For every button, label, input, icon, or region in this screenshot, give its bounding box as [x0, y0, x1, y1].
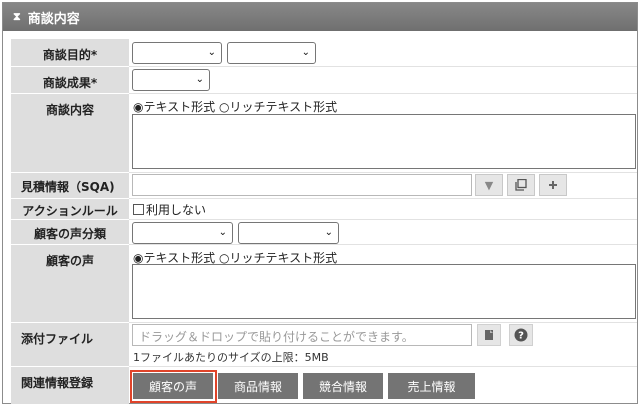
row-content: 商談内容 ◉テキスト形式 ○リッチテキスト形式	[11, 94, 637, 173]
row-action-rule: アクションルール 利用しない	[11, 199, 637, 220]
purpose-select-2[interactable]: ⌄	[227, 42, 316, 64]
label-action-rule: アクションルール	[11, 199, 129, 220]
panel-header[interactable]: ⧗ 商談内容	[3, 3, 637, 31]
voice-radio-text-label: テキスト形式	[143, 251, 216, 265]
hourglass-icon: ⧗	[13, 10, 21, 23]
add-button[interactable]	[539, 174, 567, 196]
file-icon	[485, 330, 493, 340]
file-select-button[interactable]	[477, 324, 501, 346]
row-related: 関連情報登録 顧客の声 商品情報 競合情報 売上情報	[11, 367, 637, 404]
attachment-dropzone[interactable]: ドラッグ＆ドロップで貼り付けることができます。	[132, 324, 472, 346]
related-button-competitor-info[interactable]: 競合情報	[303, 373, 383, 399]
content-textarea[interactable]	[132, 114, 636, 169]
related-button-product-info[interactable]: 商品情報	[218, 373, 298, 399]
row-voice: 顧客の声 ◉テキスト形式 ○リッチテキスト形式	[11, 245, 637, 323]
voice-radio-rich-label: リッチテキスト形式	[229, 251, 338, 265]
svg-text:?: ?	[518, 331, 524, 342]
voice-textarea[interactable]	[132, 264, 636, 319]
radio-text-label: テキスト形式	[143, 100, 216, 114]
chevron-down-icon: ⌄	[207, 47, 216, 58]
no-use-checkbox[interactable]	[133, 204, 144, 215]
label-purpose: 商談目的*	[11, 39, 129, 67]
business-content-panel: ⧗ 商談内容 商談目的* ⌄ ⌄ 商談成果* ⌄ 商談内容 ◉テキスト形式 ○リ…	[2, 2, 638, 404]
radio-rich-label: リッチテキスト形式	[229, 100, 338, 114]
voice-radio-text-format[interactable]: ◉	[133, 251, 143, 265]
chevron-down-icon: ⌄	[301, 47, 310, 58]
chevron-down-icon: ⌄	[324, 227, 333, 238]
label-estimate: 見積情報（SQA)	[11, 173, 129, 199]
no-use-label: 利用しない	[146, 203, 207, 217]
row-purpose: 商談目的* ⌄ ⌄	[11, 39, 637, 67]
label-attachment: 添付ファイル	[11, 323, 129, 367]
voice-class-select-2[interactable]: ⌄	[238, 222, 339, 244]
help-button[interactable]: ?	[509, 324, 533, 346]
highlight-frame	[130, 370, 217, 403]
attachment-placeholder: ドラッグ＆ドロップで貼り付けることができます。	[139, 330, 414, 344]
radio-text-format[interactable]: ◉	[133, 100, 143, 114]
row-result: 商談成果* ⌄	[11, 67, 637, 94]
chevron-down-icon: ⌄	[218, 227, 227, 238]
estimate-input[interactable]	[132, 174, 472, 196]
label-related: 関連情報登録	[11, 367, 129, 404]
row-voice-class: 顧客の声分類 ⌄ ⌄	[11, 220, 637, 245]
help-icon: ?	[514, 328, 528, 342]
copy-button[interactable]	[507, 174, 535, 196]
purpose-select-1[interactable]: ⌄	[132, 42, 222, 64]
row-estimate: 見積情報（SQA) ▼	[11, 173, 637, 199]
label-content: 商談内容	[11, 94, 129, 173]
chevron-down-icon: ⌄	[195, 74, 204, 85]
related-button-sales-info[interactable]: 売上情報	[388, 373, 475, 399]
label-voice-class: 顧客の声分類	[11, 220, 129, 245]
panel-title: 商談内容	[27, 11, 80, 27]
estimate-dropdown-button[interactable]: ▼	[475, 174, 503, 196]
label-voice: 顧客の声	[11, 245, 129, 323]
result-select[interactable]: ⌄	[132, 69, 210, 91]
voice-class-select-1[interactable]: ⌄	[132, 222, 233, 244]
caret-down-icon: ▼	[484, 178, 494, 192]
voice-radio-rich-format[interactable]: ○	[219, 251, 229, 265]
plus-icon	[549, 181, 557, 189]
attachment-size-note: 1ファイルあたりのサイズの上限：5MB	[133, 351, 329, 364]
row-attachment: 添付ファイル ドラッグ＆ドロップで貼り付けることができます。 ? 1ファイルあた…	[11, 323, 637, 367]
radio-rich-format[interactable]: ○	[219, 100, 229, 114]
copy-icon	[515, 179, 527, 191]
label-result: 商談成果*	[11, 67, 129, 94]
